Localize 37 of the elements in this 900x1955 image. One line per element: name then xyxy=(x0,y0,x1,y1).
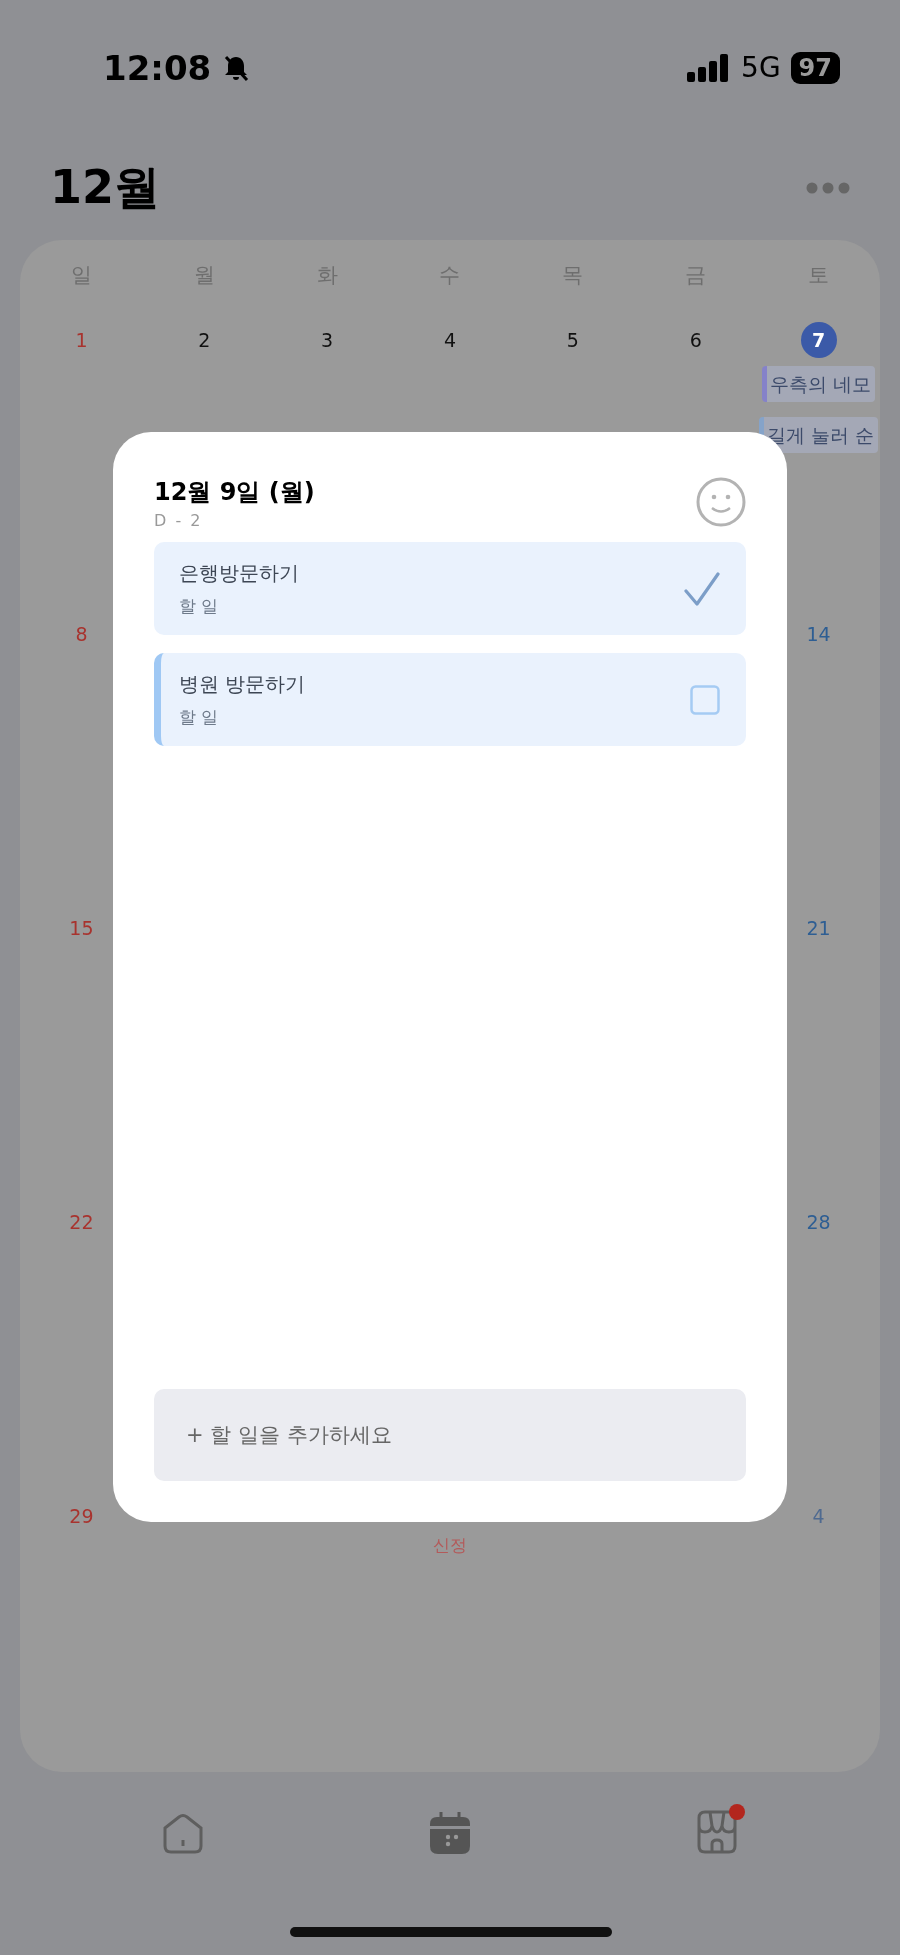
add-task-button[interactable]: + 할 일을 추가하세요 xyxy=(154,1389,746,1481)
day-number[interactable]: 7 xyxy=(800,322,837,358)
event-chip[interactable]: 우측의 네모 xyxy=(762,366,876,402)
calendar-icon xyxy=(428,1810,472,1854)
holiday-label: 신정 xyxy=(433,1535,467,1555)
day-number[interactable]: 29 xyxy=(63,1498,100,1534)
day-number[interactable]: 21 xyxy=(800,910,837,946)
smiley-icon[interactable] xyxy=(696,477,746,527)
network-label: 5G xyxy=(741,51,781,84)
day-number[interactable]: 22 xyxy=(63,1204,100,1240)
day-number[interactable]: 28 xyxy=(800,1204,837,1240)
day-number[interactable]: 14 xyxy=(800,616,837,652)
task-title: 은행방문하기 xyxy=(179,559,299,587)
month-title: 12월 xyxy=(50,158,160,216)
checkmark-icon[interactable] xyxy=(684,570,720,607)
day-number[interactable]: 15 xyxy=(63,910,100,946)
d-day-label: D - 2 xyxy=(154,511,204,530)
day-number[interactable]: 1 xyxy=(63,322,100,358)
task-category: 할 일 xyxy=(179,594,220,618)
event-chip[interactable]: 길게 눌러 순 xyxy=(759,417,879,453)
day-number[interactable]: 8 xyxy=(63,616,100,652)
task-card[interactable]: 은행방문하기 할 일 xyxy=(154,542,746,635)
day-number[interactable]: 5 xyxy=(554,322,591,358)
task-category: 할 일 xyxy=(179,705,220,729)
day-number[interactable]: 6 xyxy=(677,322,714,358)
day-number[interactable]: 3 xyxy=(309,322,346,358)
more-icon[interactable] xyxy=(806,181,850,194)
checkbox[interactable] xyxy=(690,684,720,715)
task-title: 병원 방문하기 xyxy=(179,670,306,698)
dialog-title: 12월 9일 (월) xyxy=(154,477,315,507)
clock-time: 12:08 xyxy=(103,47,212,88)
day-number[interactable]: 4 xyxy=(432,322,468,358)
task-card[interactable]: 병원 방문하기 할 일 xyxy=(154,653,746,746)
day-number[interactable]: 4 xyxy=(800,1498,837,1534)
day-number[interactable]: 2 xyxy=(186,322,223,358)
battery-level: 97 xyxy=(790,51,840,84)
tab-button[interactable] xyxy=(428,1810,472,1854)
